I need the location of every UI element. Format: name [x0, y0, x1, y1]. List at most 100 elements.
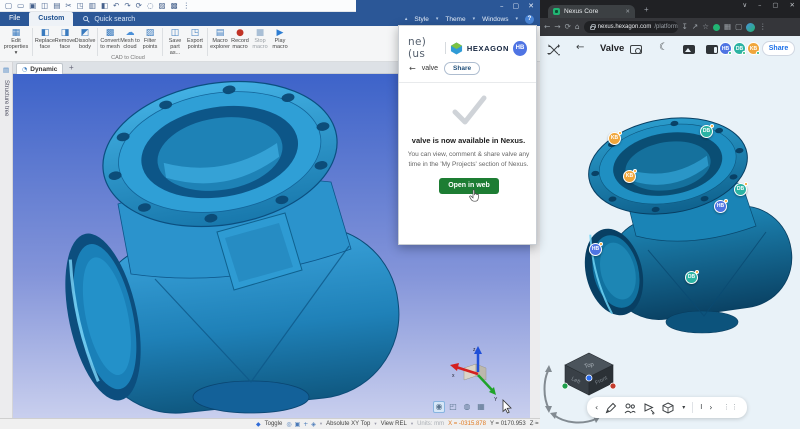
format-icon[interactable]: ◧ — [101, 2, 108, 10]
avatar[interactable]: HB — [513, 41, 527, 56]
bookmark-star-icon[interactable]: ☆ — [702, 23, 709, 31]
address-bar[interactable]: nexus.hexagon.com /platform... — [584, 21, 678, 33]
ribbon-macro-explorer-button[interactable]: ▤Macro explorer — [210, 27, 230, 50]
screenshot-image-icon[interactable] — [683, 45, 695, 54]
orbit-view-icon[interactable]: ◍ — [461, 401, 473, 413]
camera-icon[interactable] — [630, 45, 642, 54]
tab-custom[interactable]: Custom — [29, 12, 73, 26]
collapse-ribbon-icon[interactable]: ▴ — [405, 16, 408, 22]
tab-close-icon[interactable]: ✕ — [625, 9, 630, 15]
undo-icon[interactable]: ↶ — [113, 2, 119, 10]
chevron-down-icon[interactable]: ▾ — [682, 405, 685, 411]
zoom-target-icon[interactable]: ◎ — [286, 421, 291, 428]
paste-icon[interactable]: ▥ — [89, 2, 96, 10]
nexus-web-viewer[interactable]: ← Valve ☾ HBDBKB Share — [540, 36, 800, 429]
back-button[interactable]: ← — [576, 42, 584, 53]
dark-mode-moon-icon[interactable]: ☾ — [659, 42, 668, 53]
orientation-mode[interactable]: Absolute XY Top — [326, 421, 370, 427]
ribbon-mesh-cloud-button[interactable]: ☁Mesh to cloud — [120, 27, 140, 50]
new-tab-button[interactable]: + — [644, 5, 649, 14]
new-doc-icon[interactable]: ▢ — [5, 2, 12, 10]
menu-kebab-icon[interactable]: ⋮ — [759, 23, 767, 31]
print-icon[interactable]: ▤ — [53, 2, 60, 10]
open-icon[interactable]: ▭ — [17, 2, 24, 10]
share-tab[interactable]: Share — [444, 62, 480, 75]
structure-tree-strip[interactable]: ▤ Structure tree — [0, 62, 13, 418]
delete-icon[interactable]: ◌ — [147, 2, 154, 10]
ribbon-replace-face-button[interactable]: ◧Replace face — [35, 27, 55, 50]
comment-marker-DB[interactable]: DB — [685, 271, 698, 284]
ribbon-dissolve-body-button[interactable]: ◩Dissolve body — [75, 27, 95, 50]
viewpoint-icon[interactable]: ◉ — [433, 401, 445, 413]
new-document-tab-button[interactable]: + — [69, 63, 74, 72]
copy-icon[interactable]: ◳ — [77, 2, 84, 10]
toggle-label[interactable]: Toggle — [265, 421, 283, 427]
back-button[interactable]: ← — [409, 64, 416, 73]
side-panel-icon[interactable]: ▢ — [735, 23, 742, 31]
more-icon[interactable]: ⋮ — [183, 2, 191, 10]
ribbon-play-button[interactable]: ▶Play macro — [270, 27, 290, 50]
avatar-HB[interactable]: HB — [719, 42, 732, 55]
refresh-icon[interactable]: ⟳ — [136, 2, 142, 10]
note-icon[interactable]: ▨ — [158, 2, 165, 10]
home-button[interactable]: ⌂ — [575, 23, 580, 31]
present-pointer-icon[interactable] — [643, 402, 655, 414]
tab-file[interactable]: File — [0, 12, 29, 26]
expand-icon[interactable] — [548, 44, 560, 56]
valve-model-3d[interactable] — [570, 100, 800, 356]
comment-marker-KB[interactable]: KB — [623, 170, 636, 183]
share-button[interactable]: Share — [762, 41, 795, 56]
help-button[interactable]: ? — [525, 15, 534, 24]
collapse-toolbar-icon[interactable]: ‹ — [595, 404, 598, 412]
maximize-button[interactable]: ▢ — [772, 2, 778, 9]
save-all-icon[interactable]: ◫ — [41, 2, 48, 10]
resize-grip[interactable]: ⋰ — [531, 420, 537, 427]
drag-handle-dots[interactable]: ⋮⋮ — [723, 404, 739, 411]
browser-tab[interactable]: Nexus Core ✕ — [548, 5, 635, 18]
ribbon-edit-properties-button[interactable]: ▦Edit properties ▾ — [2, 27, 30, 56]
view-layout-icon[interactable]: ▦ — [475, 401, 487, 413]
tab-dynamic[interactable]: ◔ Dynamic — [16, 63, 63, 74]
comment-marker-HB[interactable]: HB — [714, 200, 727, 213]
layout-icon[interactable]: ▩ — [171, 2, 178, 10]
minimize-button[interactable]: – — [500, 3, 504, 10]
comment-marker-DB[interactable]: DB — [734, 183, 747, 196]
snap-icon[interactable]: + — [303, 421, 308, 428]
grid-icon[interactable]: ▣ — [295, 421, 301, 428]
extension-icon[interactable] — [713, 24, 720, 31]
close-button[interactable]: ✕ — [790, 2, 795, 9]
minimize-button[interactable]: – — [758, 2, 761, 9]
profile-avatar[interactable] — [746, 23, 755, 32]
ribbon-record-button[interactable]: ●Record macro — [230, 27, 250, 50]
comment-marker-KB[interactable]: KB — [608, 132, 621, 145]
download-icon[interactable]: ↧ — [682, 23, 688, 31]
view-mode[interactable]: View REL — [381, 421, 407, 427]
comment-marker-DB[interactable]: DB — [700, 125, 713, 138]
quick-search[interactable]: Quick search — [83, 16, 135, 23]
ribbon-filter-points-button[interactable]: ▨Filter points — [140, 27, 160, 50]
ribbon-convert-mesh-button[interactable]: ▩Convert to mesh — [100, 27, 120, 50]
ribbon-export-points-button[interactable]: ◳Export points — [185, 27, 205, 50]
reload-button[interactable]: ⟳ — [565, 23, 571, 31]
redo-icon[interactable]: ↷ — [124, 2, 130, 10]
comment-marker-HB[interactable]: HB — [589, 243, 602, 256]
menu-windows[interactable]: Windows — [482, 16, 508, 23]
avatar-KB[interactable]: KB — [747, 42, 760, 55]
model-views-icon[interactable] — [662, 402, 675, 414]
close-button[interactable]: ✕ — [528, 3, 534, 10]
share-icon[interactable]: ↗ — [692, 23, 698, 31]
tab-overview-icon[interactable]: ∨ — [742, 2, 747, 9]
isometric-view-icon[interactable]: ◰ — [447, 401, 459, 413]
ribbon-remove-face-button[interactable]: ◨Remove face — [55, 27, 75, 50]
expand-toolbar-icon[interactable]: › — [709, 404, 712, 412]
panel-layout-icon[interactable] — [706, 45, 718, 54]
people-icon[interactable] — [624, 402, 636, 414]
toggle-icon[interactable]: ◆ — [256, 421, 261, 428]
avatar-DB[interactable]: DB — [733, 42, 746, 55]
axes-icon[interactable]: ◈ — [311, 421, 316, 428]
cut-icon[interactable]: ✂ — [65, 2, 71, 10]
ribbon-save-part-button[interactable]: ◫Save part as... — [165, 27, 185, 56]
text-tool-icon[interactable]: I — [700, 404, 702, 411]
menu-theme[interactable]: Theme — [445, 16, 465, 23]
forward-button[interactable]: → — [554, 23, 560, 31]
